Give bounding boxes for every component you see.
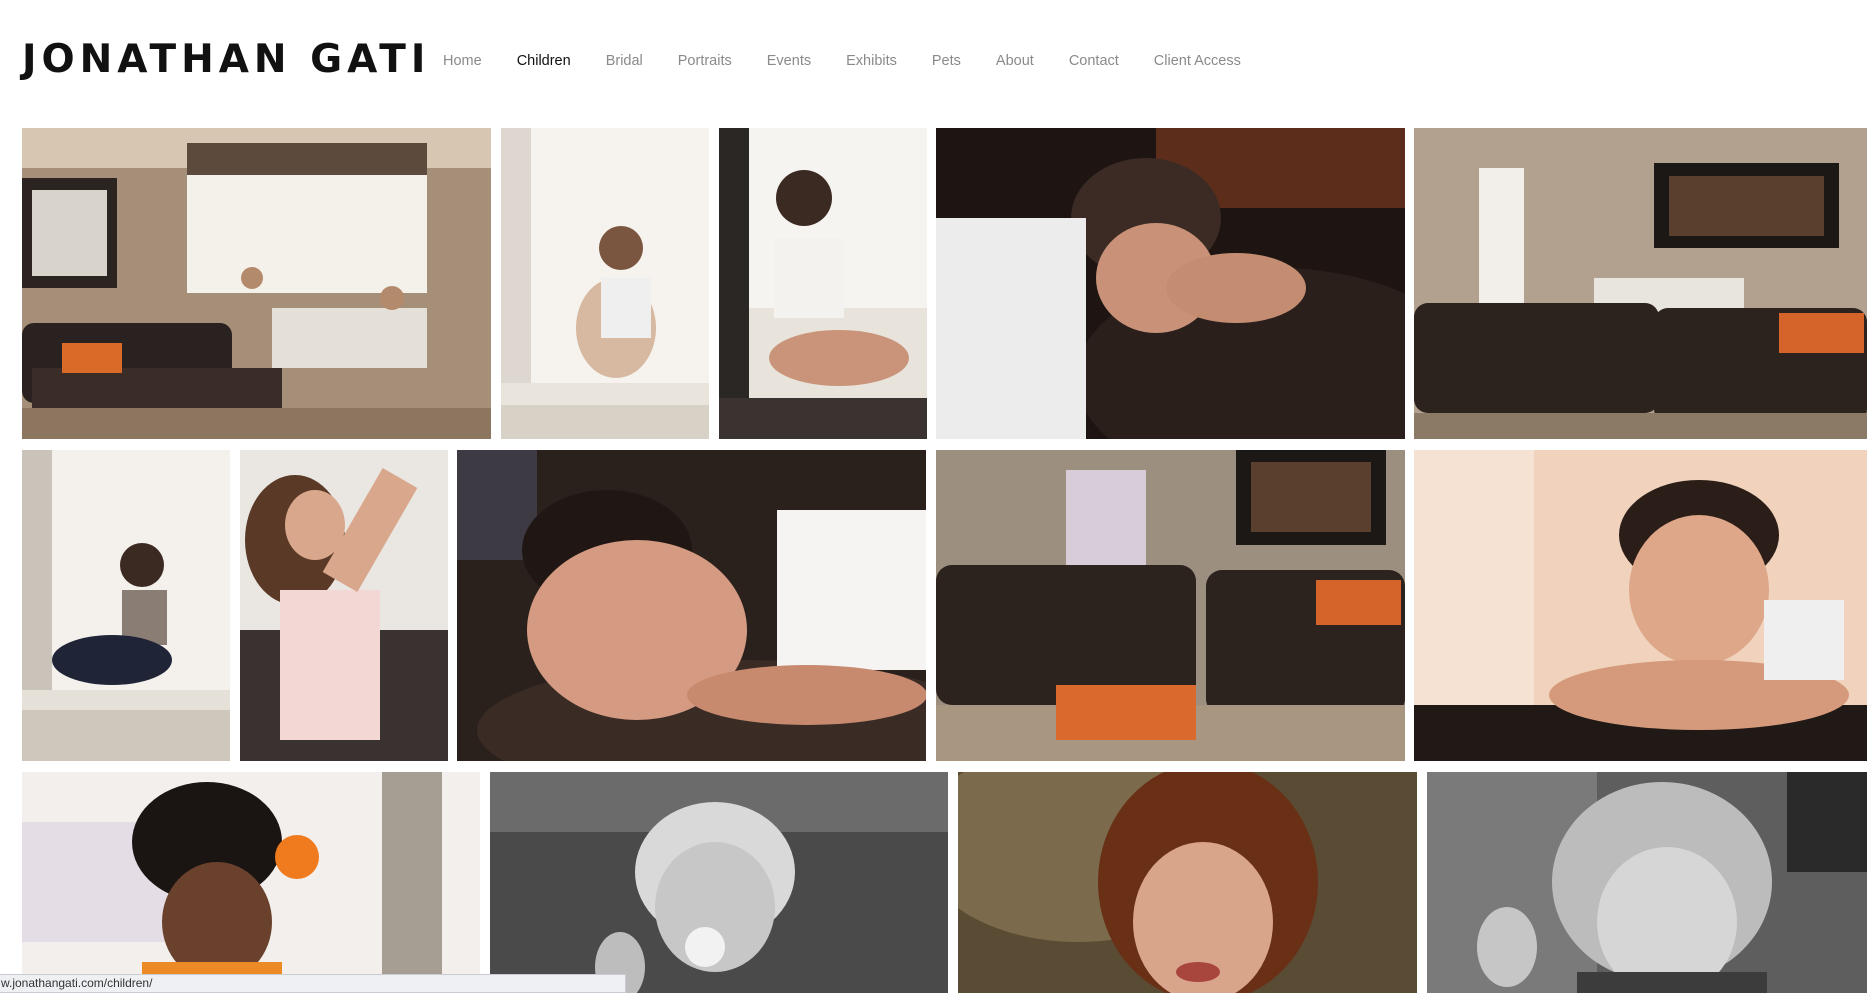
girl-drinking-photo[interactable]	[240, 450, 448, 761]
boy-closeup-on-sofa-photo[interactable]	[457, 450, 926, 761]
living-room-sofas-photo[interactable]	[1414, 128, 1867, 439]
nav-item-about[interactable]: About	[996, 53, 1034, 69]
main-nav: Home Children Bridal Portraits Events Ex…	[443, 53, 1276, 69]
living-room-children-photo[interactable]	[22, 128, 491, 439]
nav-item-events[interactable]: Events	[767, 53, 811, 69]
boy-arms-crossed-photo[interactable]	[1414, 450, 1867, 761]
browser-status-url: w.jonathangati.com/children/	[0, 974, 626, 993]
site-logo[interactable]: JONATHAN GATI	[22, 37, 430, 82]
nav-item-client-access[interactable]: Client Access	[1154, 53, 1241, 69]
boy-lying-on-sofa-photo[interactable]	[936, 128, 1405, 439]
girl-window-sill-photo[interactable]	[501, 128, 709, 439]
nav-item-exhibits[interactable]: Exhibits	[846, 53, 897, 69]
girl-window-silhouette-photo[interactable]	[22, 450, 230, 761]
girl-playing-hair-bw-photo[interactable]	[1427, 772, 1867, 993]
girl-curly-hair-orange-flower-photo[interactable]	[22, 772, 480, 993]
nav-item-pets[interactable]: Pets	[932, 53, 961, 69]
nav-item-home[interactable]: Home	[443, 53, 482, 69]
curly-haired-girl-sepia-photo[interactable]	[958, 772, 1417, 993]
boy-window-sill-photo[interactable]	[719, 128, 927, 439]
page: JONATHAN GATI Home Children Bridal Portr…	[0, 0, 1869, 993]
toddler-pacifier-bw-photo[interactable]	[490, 772, 948, 993]
nav-item-contact[interactable]: Contact	[1069, 53, 1119, 69]
children-on-sofas-photo[interactable]	[936, 450, 1405, 761]
nav-item-portraits[interactable]: Portraits	[678, 53, 732, 69]
nav-item-bridal[interactable]: Bridal	[606, 53, 643, 69]
nav-item-children[interactable]: Children	[517, 53, 571, 69]
